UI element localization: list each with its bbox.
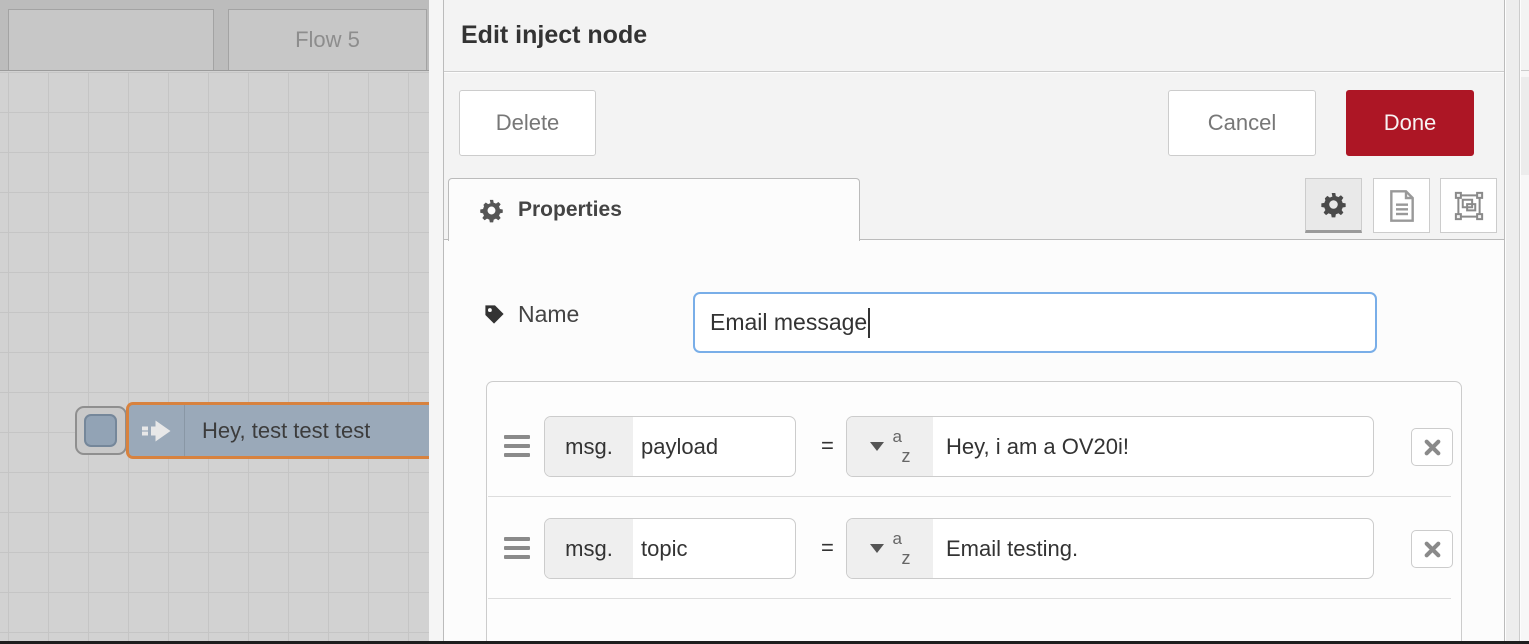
cancel-button[interactable]: Cancel <box>1168 90 1316 156</box>
equals-sign: = <box>821 535 834 561</box>
sidebar-edge <box>1521 0 1529 641</box>
row-separator <box>488 598 1451 599</box>
workspace-dialog-gap <box>429 0 443 641</box>
string-type-icon: a z <box>893 532 911 566</box>
chevron-down-icon <box>870 544 884 553</box>
topic-key-value: topic <box>633 519 795 578</box>
tag-icon <box>483 303 506 326</box>
dialog-tab-row: Properties <box>444 170 1504 240</box>
chevron-down-icon <box>870 442 884 451</box>
drag-handle-icon[interactable] <box>504 435 530 457</box>
property-row-topic: msg. topic = a z Email testing. <box>487 497 1461 599</box>
dialog-right-shade <box>1506 0 1520 641</box>
inject-properties-list: msg. payload = a z Hey, i am a OV20i! <box>486 381 1462 644</box>
text-caret <box>868 308 870 338</box>
flow-tab-flow5-label: Flow 5 <box>295 27 360 53</box>
edit-inject-node-dialog: Edit inject node Delete Cancel Done Prop… <box>443 0 1505 641</box>
name-field-label: Name <box>483 301 579 328</box>
drag-handle-icon[interactable] <box>504 537 530 559</box>
topic-value-text: Email testing. <box>933 519 1373 578</box>
inject-arrow-icon <box>139 416 175 446</box>
payload-type-select[interactable]: a z <box>847 417 933 476</box>
delete-button[interactable]: Delete <box>459 90 596 156</box>
node-red-editor: Flow 5 Hey, test test test E <box>0 0 1529 644</box>
remove-payload-row-button[interactable] <box>1411 428 1453 466</box>
inject-node[interactable]: Hey, test test test <box>126 402 429 459</box>
flow-tab-flow5[interactable]: Flow 5 <box>228 9 427 70</box>
inject-trigger-button[interactable] <box>75 406 127 455</box>
flow-tab-bar: Flow 5 <box>0 0 429 71</box>
tab-properties-label: Properties <box>518 198 622 222</box>
sidebar-edge-header <box>1521 0 1529 71</box>
dialog-button-row: Delete Cancel Done <box>444 73 1504 170</box>
inject-trigger-button-face <box>84 414 117 447</box>
dialog-header: Edit inject node <box>444 0 1504 72</box>
tab-properties[interactable]: Properties <box>448 178 860 241</box>
close-icon <box>1424 439 1441 456</box>
description-icon <box>1388 190 1416 222</box>
topic-type-select[interactable]: a z <box>847 519 933 578</box>
appearance-icon-button[interactable] <box>1440 178 1497 233</box>
name-label-text: Name <box>518 301 579 328</box>
payload-key-value: payload <box>633 417 795 476</box>
properties-icon-button[interactable] <box>1305 178 1362 233</box>
property-row-payload: msg. payload = a z Hey, i am a OV20i! <box>487 382 1461 497</box>
gear-icon <box>1320 191 1347 218</box>
equals-sign: = <box>821 433 834 459</box>
string-type-icon: a z <box>893 430 911 464</box>
sidebar-edge-section <box>1521 77 1529 175</box>
msg-prefix-label: msg. <box>545 417 633 476</box>
flow-tab-1[interactable] <box>8 9 214 70</box>
close-icon <box>1424 541 1441 558</box>
flow-canvas-grid[interactable]: Hey, test test test <box>0 72 429 641</box>
gear-icon <box>479 198 504 223</box>
description-icon-button[interactable] <box>1373 178 1430 233</box>
topic-value-field[interactable]: a z Email testing. <box>846 518 1374 579</box>
done-button[interactable]: Done <box>1346 90 1474 156</box>
payload-key-field[interactable]: msg. payload <box>544 416 796 477</box>
flow-workspace: Flow 5 Hey, test test test <box>0 0 429 641</box>
name-input[interactable]: Email message <box>693 292 1377 353</box>
appearance-icon <box>1454 191 1484 221</box>
remove-topic-row-button[interactable] <box>1411 530 1453 568</box>
properties-form: Name Email message msg. payload = <box>444 241 1504 641</box>
topic-key-field[interactable]: msg. topic <box>544 518 796 579</box>
payload-value-text: Hey, i am a OV20i! <box>933 417 1373 476</box>
msg-prefix-label: msg. <box>545 519 633 578</box>
payload-value-field[interactable]: a z Hey, i am a OV20i! <box>846 416 1374 477</box>
inject-node-label: Hey, test test test <box>185 418 370 444</box>
name-input-value: Email message <box>710 309 867 336</box>
inject-node-icon-region <box>129 405 185 456</box>
dialog-title: Edit inject node <box>461 21 647 50</box>
